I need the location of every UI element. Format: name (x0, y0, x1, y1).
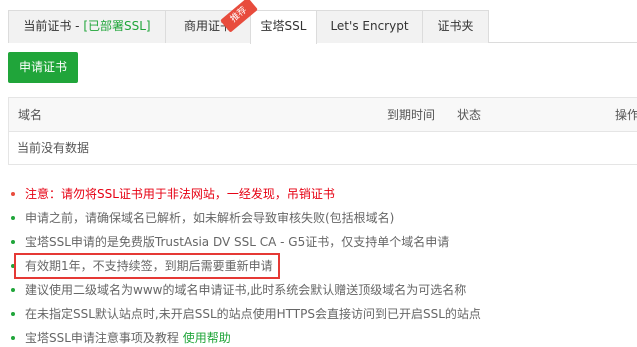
bullet-dot-icon (11, 192, 15, 196)
bullet-dot-icon (11, 336, 15, 340)
note-text: 建议使用二级域名为www的域名申请证书,此时系统会默认赠送顶级域名为可选名称 (25, 283, 467, 297)
note-text: 在未指定SSL默认站点时,未开启SSL的站点使用HTTPS会直接访问到已开启SS… (25, 307, 481, 321)
note-item: 在未指定SSL默认站点时,未开启SSL的站点使用HTTPS会直接访问到已开启SS… (8, 302, 637, 326)
tab-bt-ssl[interactable]: 宝塔SSL (250, 10, 317, 44)
cert-table-header: 域名 到期时间 状态 操作 (9, 98, 637, 132)
tab-commercial-cert[interactable]: 商用证书 推荐 (165, 0, 258, 43)
note-item: 宝塔SSL申请注意事项及教程 使用帮助 (8, 326, 637, 347)
tab-cert-folder[interactable]: 证书夹 (422, 10, 489, 43)
tab-bt-ssl-label: 宝塔SSL (260, 19, 307, 33)
ssl-panel: 当前证书 - [已部署SSL] 商用证书 推荐 宝塔SSL Let's Encr… (0, 0, 637, 347)
apply-cert-button[interactable]: 申请证书 (8, 52, 78, 83)
tab-current-cert-status: [已部署SSL] (83, 19, 151, 33)
bullet-dot-icon (11, 216, 15, 220)
note-item: 申请之前，请确保域名已解析，如未解析会导致审核失败(包括根域名) (8, 206, 637, 230)
tab-current-cert-label: 当前证书 - (23, 19, 84, 33)
note-item: 建议使用二级域名为www的域名申请证书,此时系统会默认赠送顶级域名为可选名称 (8, 278, 637, 302)
tab-current-cert[interactable]: 当前证书 - [已部署SSL] (8, 10, 166, 43)
bullet-dot-icon (11, 264, 15, 268)
cert-table: 域名 到期时间 状态 操作 当前没有数据 (8, 97, 637, 165)
column-actions: 操作 (615, 108, 637, 122)
tab-lets-encrypt[interactable]: Let's Encrypt (316, 10, 423, 43)
bullet-dot-icon (11, 240, 15, 244)
note-text: 申请之前，请确保域名已解析，如未解析会导致审核失败(包括根域名) (25, 211, 395, 225)
note-item-warning: 注意：请勿将SSL证书用于非法网站，一经发现，吊销证书 (8, 182, 637, 206)
note-text: 有效期1年，不支持续签，到期后需要重新申请 (25, 259, 273, 273)
note-text: 宝塔SSL申请注意事项及教程 (25, 331, 183, 345)
tab-cert-folder-label: 证书夹 (437, 19, 474, 33)
bullet-dot-icon (11, 312, 15, 316)
column-domain: 域名 (18, 108, 43, 122)
help-link[interactable]: 使用帮助 (183, 331, 231, 345)
column-expiry: 到期时间 (387, 108, 436, 122)
note-item: 宝塔SSL申请的是免费版TrustAsia DV SSL CA - G5证书，仅… (8, 230, 637, 254)
bullet-dot-icon (11, 288, 15, 292)
note-text: 注意：请勿将SSL证书用于非法网站，一经发现，吊销证书 (25, 187, 335, 201)
note-item-highlighted: 有效期1年，不支持续签，到期后需要重新申请 (8, 254, 637, 278)
tab-lets-encrypt-label: Let's Encrypt (330, 19, 409, 33)
column-status: 状态 (457, 108, 482, 122)
table-empty-row: 当前没有数据 (17, 141, 90, 155)
note-text: 宝塔SSL申请的是免费版TrustAsia DV SSL CA - G5证书，仅… (25, 235, 450, 249)
ssl-notes-list: 注意：请勿将SSL证书用于非法网站，一经发现，吊销证书 申请之前，请确保域名已解… (8, 182, 637, 347)
ssl-tabs: 当前证书 - [已部署SSL] 商用证书 推荐 宝塔SSL Let's Encr… (8, 0, 637, 44)
